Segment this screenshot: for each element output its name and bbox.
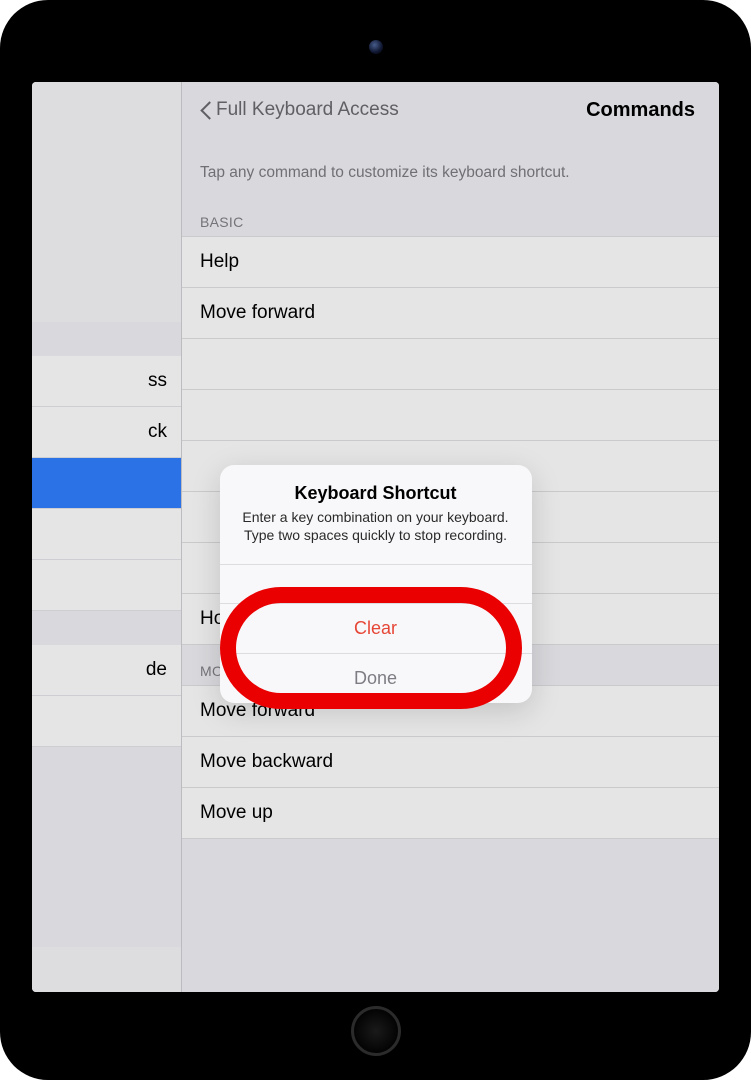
command-row[interactable] xyxy=(182,390,719,441)
chevron-left-icon xyxy=(200,100,212,120)
sidebar-item[interactable]: ss xyxy=(32,356,181,407)
sidebar-item[interactable]: de xyxy=(32,645,181,696)
home-button[interactable] xyxy=(351,1006,401,1056)
section-header-basic: BASIC xyxy=(182,196,719,236)
dialog-title: Keyboard Shortcut xyxy=(240,483,512,504)
ipad-frame: ss ck de Full Keyboard Access Commands xyxy=(0,0,751,1080)
hint-text: Tap any command to customize its keyboar… xyxy=(182,138,719,196)
back-label: Full Keyboard Access xyxy=(216,99,399,121)
keyboard-shortcut-dialog: Keyboard Shortcut Enter a key combinatio… xyxy=(220,465,532,703)
command-row[interactable]: Move forward xyxy=(182,288,719,339)
sidebar-item[interactable] xyxy=(32,560,181,611)
command-row[interactable]: Help xyxy=(182,236,719,288)
done-button[interactable]: Done xyxy=(220,654,532,703)
command-row[interactable]: Move up xyxy=(182,788,719,839)
sidebar-item-selected[interactable] xyxy=(32,458,181,509)
command-row[interactable] xyxy=(182,339,719,390)
sidebar-item[interactable]: ck xyxy=(32,407,181,458)
sidebar-item[interactable] xyxy=(32,696,181,747)
front-camera xyxy=(369,40,383,54)
command-row[interactable]: Move backward xyxy=(182,737,719,788)
back-button[interactable]: Full Keyboard Access xyxy=(200,99,399,121)
clear-button[interactable]: Clear xyxy=(220,604,532,653)
nav-bar: Full Keyboard Access Commands xyxy=(182,82,719,138)
shortcut-input[interactable] xyxy=(220,565,532,603)
dialog-subtitle: Enter a key combination on your keyboard… xyxy=(240,508,512,544)
settings-sidebar: ss ck de xyxy=(32,82,182,992)
movement-list: Move forward Move backward Move up xyxy=(182,685,719,839)
sidebar-item[interactable] xyxy=(32,509,181,560)
screen: ss ck de Full Keyboard Access Commands xyxy=(32,82,719,992)
page-title: Commands xyxy=(586,99,695,122)
